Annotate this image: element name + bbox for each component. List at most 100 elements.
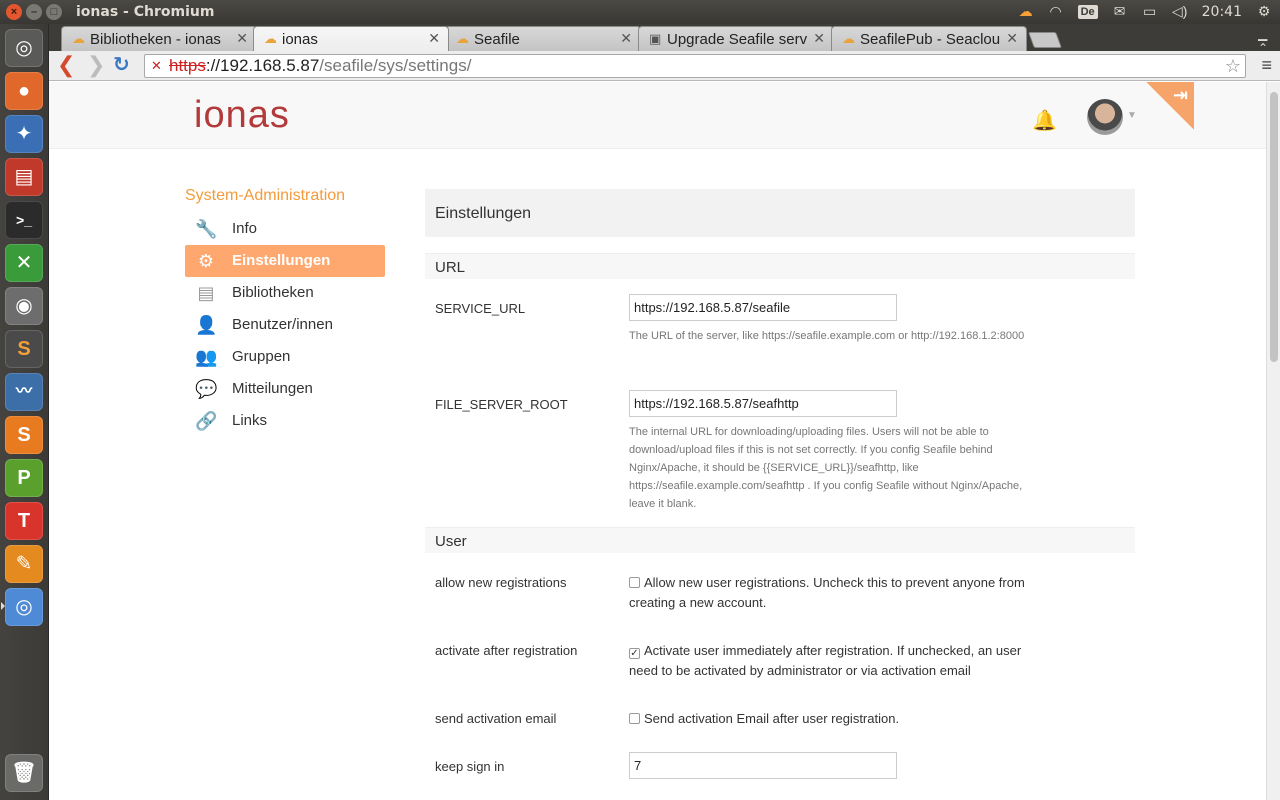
service-url-input[interactable]	[629, 294, 897, 321]
tab-label: SeafilePub - Seaclou	[860, 31, 1001, 48]
terminal-icon[interactable]: >_	[5, 201, 43, 239]
chromium-icon[interactable]: ◎	[5, 588, 43, 626]
firefox-icon[interactable]: ●	[5, 72, 43, 110]
gimp-icon[interactable]: ◉	[5, 287, 43, 325]
site-logo[interactable]: ionas	[194, 94, 290, 137]
tab-close-icon[interactable]: ✕	[236, 30, 248, 47]
settings-content: Einstellungen URL SERVICE_URL The URL of…	[425, 189, 1135, 797]
setting-label: SERVICE_URL	[435, 301, 526, 316]
url-host: ://192.168.5.87	[205, 56, 320, 75]
t-app-icon[interactable]: T	[5, 502, 43, 540]
bookmark-star-icon[interactable]: ☆	[1225, 55, 1241, 77]
forward-button[interactable]: ❯	[87, 53, 105, 77]
keyboard-layout-indicator[interactable]: De	[1077, 4, 1098, 19]
power-gear-icon[interactable]: ⚙	[1256, 3, 1272, 20]
setting-help: The internal URL for downloading/uploadi…	[629, 426, 1023, 510]
activate-after-registration-checkbox[interactable]: ✓	[629, 648, 640, 659]
sidebar-item-einstellungen[interactable]: ⚙ Einstellungen	[185, 245, 385, 277]
inkscape-icon[interactable]: ✎	[5, 545, 43, 583]
thunderbird-icon[interactable]: ✦	[5, 115, 43, 153]
mail-icon[interactable]: ✉	[1112, 3, 1128, 20]
tab-upgrade-seafile[interactable]: ▣ Upgrade Seafile serv ✕	[638, 26, 834, 51]
system-monitor-icon[interactable]: 〰	[5, 373, 43, 411]
setting-service-url: SERVICE_URL The URL of the server, like …	[425, 279, 1135, 375]
scrollbar-thumb[interactable]	[1270, 92, 1278, 362]
setting-label: keep sign in	[435, 759, 505, 774]
insecure-lock-icon[interactable]: ✕	[151, 55, 162, 77]
tab-close-icon[interactable]: ✕	[1006, 30, 1018, 47]
battery-icon[interactable]: ▭	[1142, 3, 1158, 20]
link-icon: 🔗	[195, 411, 218, 431]
sublime-text-icon[interactable]: S	[5, 330, 43, 368]
seafile-icon: ☁	[842, 31, 855, 46]
trash-icon[interactable]: 🗑	[5, 754, 43, 792]
library-icon: ▤	[197, 283, 215, 303]
url-path: /seafile/sys/settings/	[319, 56, 472, 75]
notification-icon: 💬	[195, 379, 218, 399]
wifi-icon[interactable]: ◠	[1048, 3, 1064, 20]
url-scheme: https	[169, 56, 206, 75]
tab-close-icon[interactable]: ✕	[620, 30, 632, 47]
avatar[interactable]	[1087, 99, 1123, 135]
new-tab-button[interactable]	[1028, 32, 1062, 48]
allow-registrations-checkbox[interactable]	[629, 577, 640, 588]
seafile-launcher-icon[interactable]: S	[5, 416, 43, 454]
tab-ionas[interactable]: ☁ ionas ✕	[253, 26, 449, 51]
setting-check-text: Send activation Email after user registr…	[644, 711, 900, 726]
files-icon[interactable]: ▤	[5, 158, 43, 196]
tab-label: Upgrade Seafile serv	[667, 31, 808, 48]
page-title: Einstellungen	[425, 189, 1135, 237]
setting-check-text: Allow new user registrations. Uncheck th…	[629, 575, 1025, 610]
setting-label: send activation email	[435, 711, 557, 726]
group-icon: 👥	[195, 347, 218, 367]
tab-close-icon[interactable]: ✕	[813, 30, 825, 47]
xmind-icon[interactable]: ✕	[5, 244, 43, 282]
setting-label: FILE_SERVER_ROOT	[435, 397, 568, 412]
sidebar-item-label: Gruppen	[232, 348, 291, 365]
clock[interactable]: 20:41	[1202, 4, 1242, 20]
address-bar[interactable]: ✕ https://192.168.5.87/seafile/sys/setti…	[144, 54, 1246, 78]
exit-icon[interactable]: ⇥	[1173, 85, 1188, 106]
tab-bibliotheken[interactable]: ☁ Bibliotheken - ionas ✕	[61, 26, 257, 51]
send-activation-email-checkbox[interactable]	[629, 713, 640, 724]
tab-strip: ☁ Bibliotheken - ionas ✕ ☁ ionas ✕ ☁ Sea…	[49, 24, 1280, 55]
sidebar-item-gruppen[interactable]: 👥 Gruppen	[185, 341, 385, 373]
volume-icon[interactable]: ◁)	[1172, 3, 1188, 20]
bell-icon[interactable]: 🔔	[1032, 108, 1057, 133]
window-title: ionas - Chromium	[76, 4, 215, 20]
setting-allow-registrations: allow new registrations Allow new user r…	[425, 553, 1135, 621]
setting-label: allow new registrations	[435, 575, 567, 590]
sidebar-item-bibliotheken[interactable]: ▤ Bibliotheken	[185, 277, 385, 309]
window-controls: × – □	[6, 4, 62, 20]
sidebar-item-links[interactable]: 🔗 Links	[185, 405, 385, 437]
seafile-tray-icon[interactable]: ☁	[1018, 3, 1034, 20]
window-close-button[interactable]: ×	[6, 4, 22, 20]
setting-check-text: Activate user immediately after registra…	[629, 643, 1022, 678]
reload-button[interactable]: ↻	[113, 53, 130, 77]
window-maximize-button[interactable]: □	[46, 4, 62, 20]
setting-label: activate after registration	[435, 643, 578, 658]
seafile-icon: ☁	[456, 31, 469, 46]
sidebar-item-label: Einstellungen	[232, 252, 331, 269]
back-button[interactable]: ❮	[57, 53, 75, 77]
window-minimize-button[interactable]: –	[26, 4, 42, 20]
dash-home-icon[interactable]: ◎	[5, 29, 43, 67]
sidebar-item-info[interactable]: 🔧 Info	[185, 213, 385, 245]
setting-check-row: Allow new user registrations. Uncheck th…	[629, 573, 1039, 613]
system-top-panel: × – □ ionas - Chromium ☁ ◠ De ✉ ▭ ◁) 20:…	[0, 0, 1280, 24]
tab-seafile[interactable]: ☁ Seafile ✕	[445, 26, 641, 51]
section-header-url: URL	[425, 253, 1135, 279]
seafile-icon: ☁	[72, 31, 85, 46]
page-scrollbar[interactable]	[1266, 82, 1280, 800]
setting-help: The URL of the server, like https://seaf…	[629, 330, 1025, 342]
sidebar-item-benutzer[interactable]: 👤 Benutzer/innen	[185, 309, 385, 341]
file-server-root-input[interactable]	[629, 390, 897, 417]
browser-menu-icon[interactable]: ≡	[1261, 55, 1272, 76]
tab-seafilepub[interactable]: ☁ SeafilePub - Seaclou ✕	[831, 26, 1027, 51]
site-header: ionas 🔔 ▼ ⇥	[49, 82, 1266, 149]
sidebar-item-mitteilungen[interactable]: 💬 Mitteilungen	[185, 373, 385, 405]
keep-sign-in-input[interactable]	[629, 752, 897, 779]
p-app-icon[interactable]: P	[5, 459, 43, 497]
tab-close-icon[interactable]: ✕	[428, 30, 440, 47]
chevron-down-icon[interactable]: ▼	[1127, 110, 1137, 121]
